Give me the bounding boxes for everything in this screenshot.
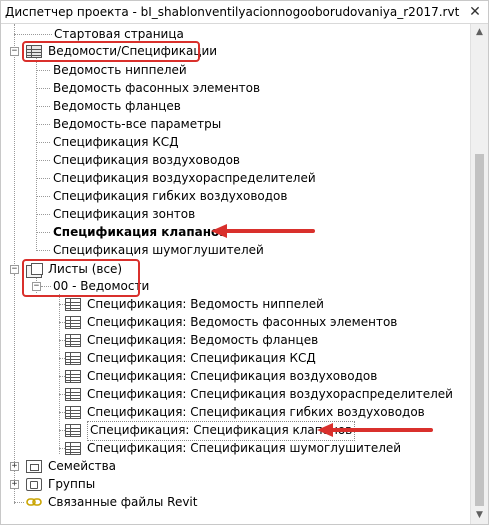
tree-item-sheet-schedule[interactable]: Спецификация: Спецификация КСД: [87, 349, 316, 367]
tree-item-sheet-schedule[interactable]: Спецификация: Спецификация гибких воздух…: [87, 403, 425, 421]
tree-group-groups[interactable]: Группы: [48, 475, 95, 493]
tree-item-sheet-schedule[interactable]: Спецификация: Ведомость ниппелей: [87, 295, 324, 313]
expand-icon[interactable]: +: [10, 462, 19, 471]
tree-item-schedule-selected[interactable]: Спецификация клапанов: [53, 223, 227, 241]
tree-item-schedule[interactable]: Ведомость ниппелей: [53, 61, 187, 79]
tree-item-schedule[interactable]: Ведомость фланцев: [53, 97, 181, 115]
schedule-icon: [65, 370, 81, 383]
title-bar: Диспетчер проекта - bI_shablonventilyaci…: [1, 1, 488, 24]
expand-icon[interactable]: +: [10, 480, 19, 489]
scroll-thumb[interactable]: [475, 154, 484, 506]
vertical-scrollbar[interactable]: ▲ ▼: [470, 24, 488, 524]
window-title: Диспетчер проекта - bI_shablonventilyaci…: [5, 5, 460, 19]
revit-links-icon: [26, 498, 42, 506]
schedule-icon: [65, 442, 81, 455]
tree-item-schedule[interactable]: Спецификация шумоглушителей: [53, 241, 264, 259]
collapse-icon[interactable]: −: [10, 47, 19, 56]
tree-group-families[interactable]: Семейства: [48, 457, 116, 475]
close-button[interactable]: ✕: [466, 3, 484, 21]
scroll-up-icon[interactable]: ▲: [471, 24, 488, 41]
schedule-icon: [65, 424, 81, 437]
highlight-box: [22, 259, 140, 297]
schedule-icon: [65, 298, 81, 311]
tree-item-schedule[interactable]: Спецификация зонтов: [53, 205, 195, 223]
arrow-annotation-icon: [317, 423, 433, 437]
tree-item-schedule[interactable]: Спецификация КСД: [53, 133, 179, 151]
project-tree: Стартовая страница − Ведомости/Специфика…: [1, 24, 469, 524]
schedule-icon: [65, 388, 81, 401]
tree-item-sheet-schedule[interactable]: Спецификация: Спецификация воздуховодов: [87, 367, 377, 385]
schedule-icon: [65, 406, 81, 419]
tree-item-schedule[interactable]: Ведомость-все параметры: [53, 115, 221, 133]
tree-line: [14, 24, 15, 294]
schedule-icon: [65, 352, 81, 365]
groups-icon: [26, 478, 42, 491]
families-icon: [26, 460, 42, 473]
tree-item-sheet-schedule[interactable]: Спецификация: Спецификация воздухораспре…: [87, 385, 453, 403]
tree-item-sheet-schedule[interactable]: Спецификация: Спецификация шумоглушителе…: [87, 439, 401, 457]
schedule-icon: [65, 334, 81, 347]
tree-line: [36, 58, 37, 249]
collapse-icon[interactable]: −: [10, 265, 19, 274]
tree-item-sheet-schedule[interactable]: Спецификация: Ведомость фасонных элемент…: [87, 313, 397, 331]
tree-item-schedule[interactable]: Спецификация гибких воздуховодов: [53, 187, 287, 205]
schedule-icon: [65, 316, 81, 329]
tree-item-schedule[interactable]: Спецификация воздуховодов: [53, 151, 240, 169]
project-browser-window: Диспетчер проекта - bI_shablonventilyaci…: [0, 0, 489, 525]
highlight-box: [22, 41, 200, 62]
scroll-down-icon[interactable]: ▼: [471, 507, 488, 524]
tree-item-schedule[interactable]: Спецификация воздухораспределителей: [53, 169, 316, 187]
tree-item-schedule[interactable]: Ведомость фасонных элементов: [53, 79, 260, 97]
tree-group-revit-links[interactable]: Связанные файлы Revit: [48, 493, 197, 511]
arrow-annotation-icon: [211, 224, 315, 238]
tree-item-sheet-schedule[interactable]: Спецификация: Ведомость фланцев: [87, 331, 318, 349]
